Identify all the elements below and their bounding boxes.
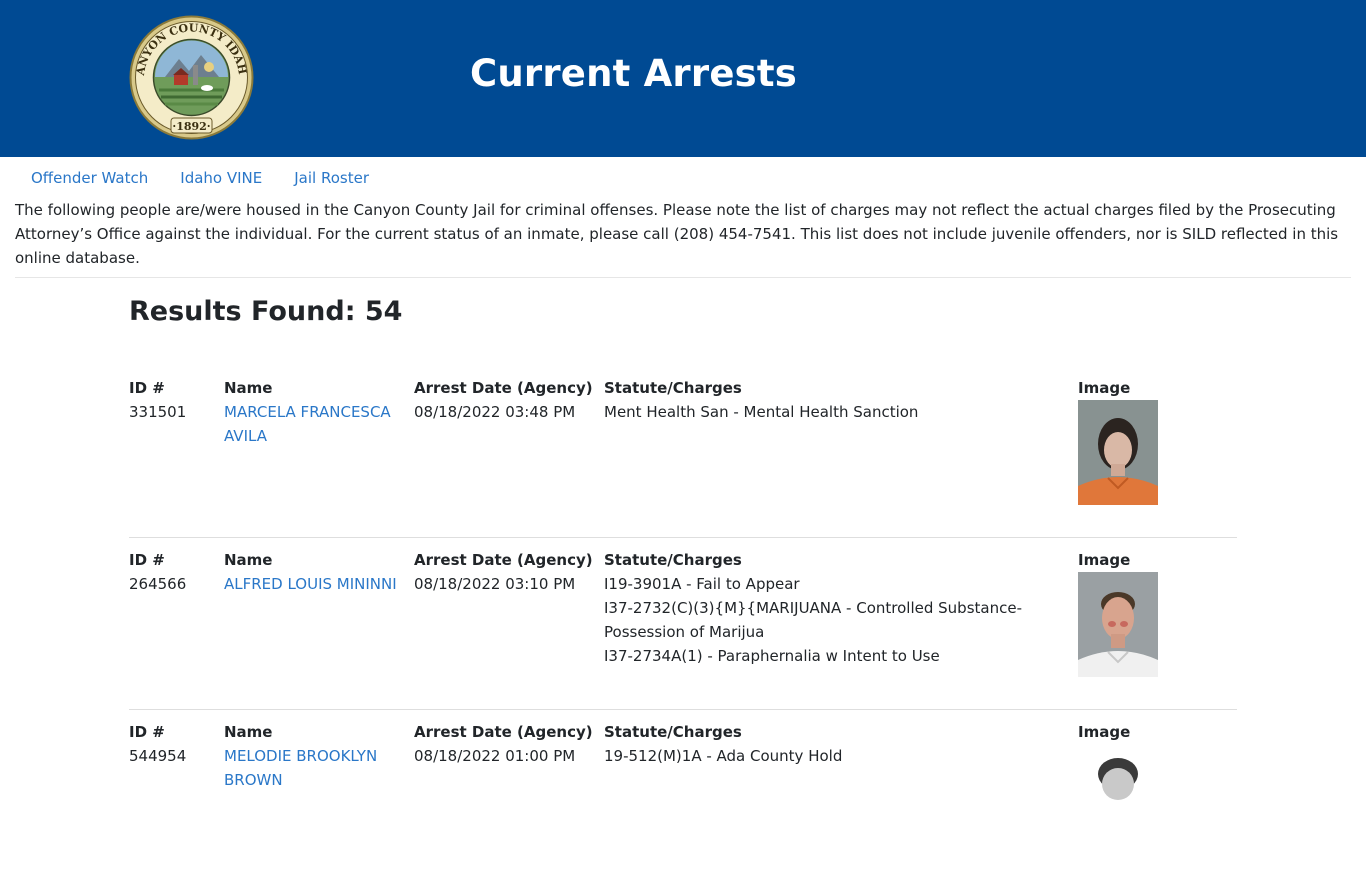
arrest-records-list: ID # 331501 Name MARCELA FRANCESCA AVILA… <box>129 376 1237 882</box>
arrest-date: 08/18/2022 01:00 PM <box>414 747 576 765</box>
inmate-name-link[interactable]: MARCELA FRANCESCA AVILA <box>224 403 391 445</box>
id-column: ID # 331501 <box>129 376 219 424</box>
name-column: Name ALFRED LOUIS MININNI <box>224 548 399 596</box>
date-column: Arrest Date (Agency) 08/18/2022 03:48 PM <box>414 376 594 424</box>
date-column: Arrest Date (Agency) 08/18/2022 03:10 PM <box>414 548 594 596</box>
date-header: Arrest Date (Agency) <box>414 723 593 741</box>
divider <box>15 277 1351 278</box>
intro-text: The following people are/were housed in … <box>15 201 1339 267</box>
charges-header: Statute/Charges <box>604 551 742 569</box>
arrest-record: ID # 331501 Name MARCELA FRANCESCA AVILA… <box>129 376 1237 538</box>
image-header: Image <box>1078 723 1131 741</box>
image-header: Image <box>1078 379 1131 397</box>
charge-item: I37-2732(C)(3){M}{MARIJUANA - Controlled… <box>604 599 1022 641</box>
charge-item: Ment Health San - Mental Health Sanction <box>604 403 919 421</box>
charge-item: I37-2734A(1) - Paraphernalia w Intent to… <box>604 647 940 665</box>
charge-item: I19-3901A - Fail to Appear <box>604 575 800 593</box>
arrest-date: 08/18/2022 03:48 PM <box>414 403 576 421</box>
mugshot-image[interactable] <box>1078 744 1158 849</box>
date-header: Arrest Date (Agency) <box>414 551 593 569</box>
nav-link-offender-watch[interactable]: Offender Watch <box>15 166 164 190</box>
name-header: Name <box>224 551 273 569</box>
name-header: Name <box>224 379 273 397</box>
image-column: Image <box>1078 548 1178 677</box>
county-seal-logo: CANYON COUNTY IDAHO ·1892· <box>129 15 254 140</box>
svg-text:·1892·: ·1892· <box>172 120 210 133</box>
charges-column: Statute/Charges 19-512(M)1A - Ada County… <box>604 720 1034 768</box>
nav-link-jail-roster[interactable]: Jail Roster <box>278 166 385 190</box>
image-column: Image <box>1078 376 1178 505</box>
image-header: Image <box>1078 551 1131 569</box>
charges-header: Statute/Charges <box>604 379 742 397</box>
date-header: Arrest Date (Agency) <box>414 379 593 397</box>
arrest-record: ID # 264566 Name ALFRED LOUIS MININNI Ar… <box>129 548 1237 710</box>
id-header: ID # <box>129 379 165 397</box>
arrest-date: 08/18/2022 03:10 PM <box>414 575 576 593</box>
page-title: Current Arrests <box>470 52 797 95</box>
charges-column: Statute/Charges I19-3901A - Fail to Appe… <box>604 548 1034 668</box>
top-nav: Offender Watch Idaho VINE Jail Roster <box>15 166 385 190</box>
date-column: Arrest Date (Agency) 08/18/2022 01:00 PM <box>414 720 594 768</box>
nav-link-idaho-vine[interactable]: Idaho VINE <box>164 166 278 190</box>
id-column: ID # 264566 <box>129 548 219 596</box>
charges-column: Statute/Charges Ment Health San - Mental… <box>604 376 1034 424</box>
name-column: Name MARCELA FRANCESCA AVILA <box>224 376 399 448</box>
charge-item: 19-512(M)1A - Ada County Hold <box>604 747 843 765</box>
name-column: Name MELODIE BROOKLYN BROWN <box>224 720 399 792</box>
id-header: ID # <box>129 723 165 741</box>
mugshot-image[interactable] <box>1078 572 1158 677</box>
id-header: ID # <box>129 551 165 569</box>
inmate-id: 544954 <box>129 747 187 765</box>
results-count: Results Found: 54 <box>129 296 403 327</box>
id-column: ID # 544954 <box>129 720 219 768</box>
mugshot-image[interactable] <box>1078 400 1158 505</box>
charges-header: Statute/Charges <box>604 723 742 741</box>
name-header: Name <box>224 723 273 741</box>
arrest-record: ID # 544954 Name MELODIE BROOKLYN BROWN … <box>129 720 1237 882</box>
inmate-name-link[interactable]: MELODIE BROOKLYN BROWN <box>224 747 377 789</box>
inmate-name-link[interactable]: ALFRED LOUIS MININNI <box>224 575 397 593</box>
inmate-id: 264566 <box>129 575 187 593</box>
header-banner: CANYON COUNTY IDAHO ·1892· Current Arres… <box>0 0 1366 157</box>
inmate-id: 331501 <box>129 403 187 421</box>
image-column: Image <box>1078 720 1178 849</box>
